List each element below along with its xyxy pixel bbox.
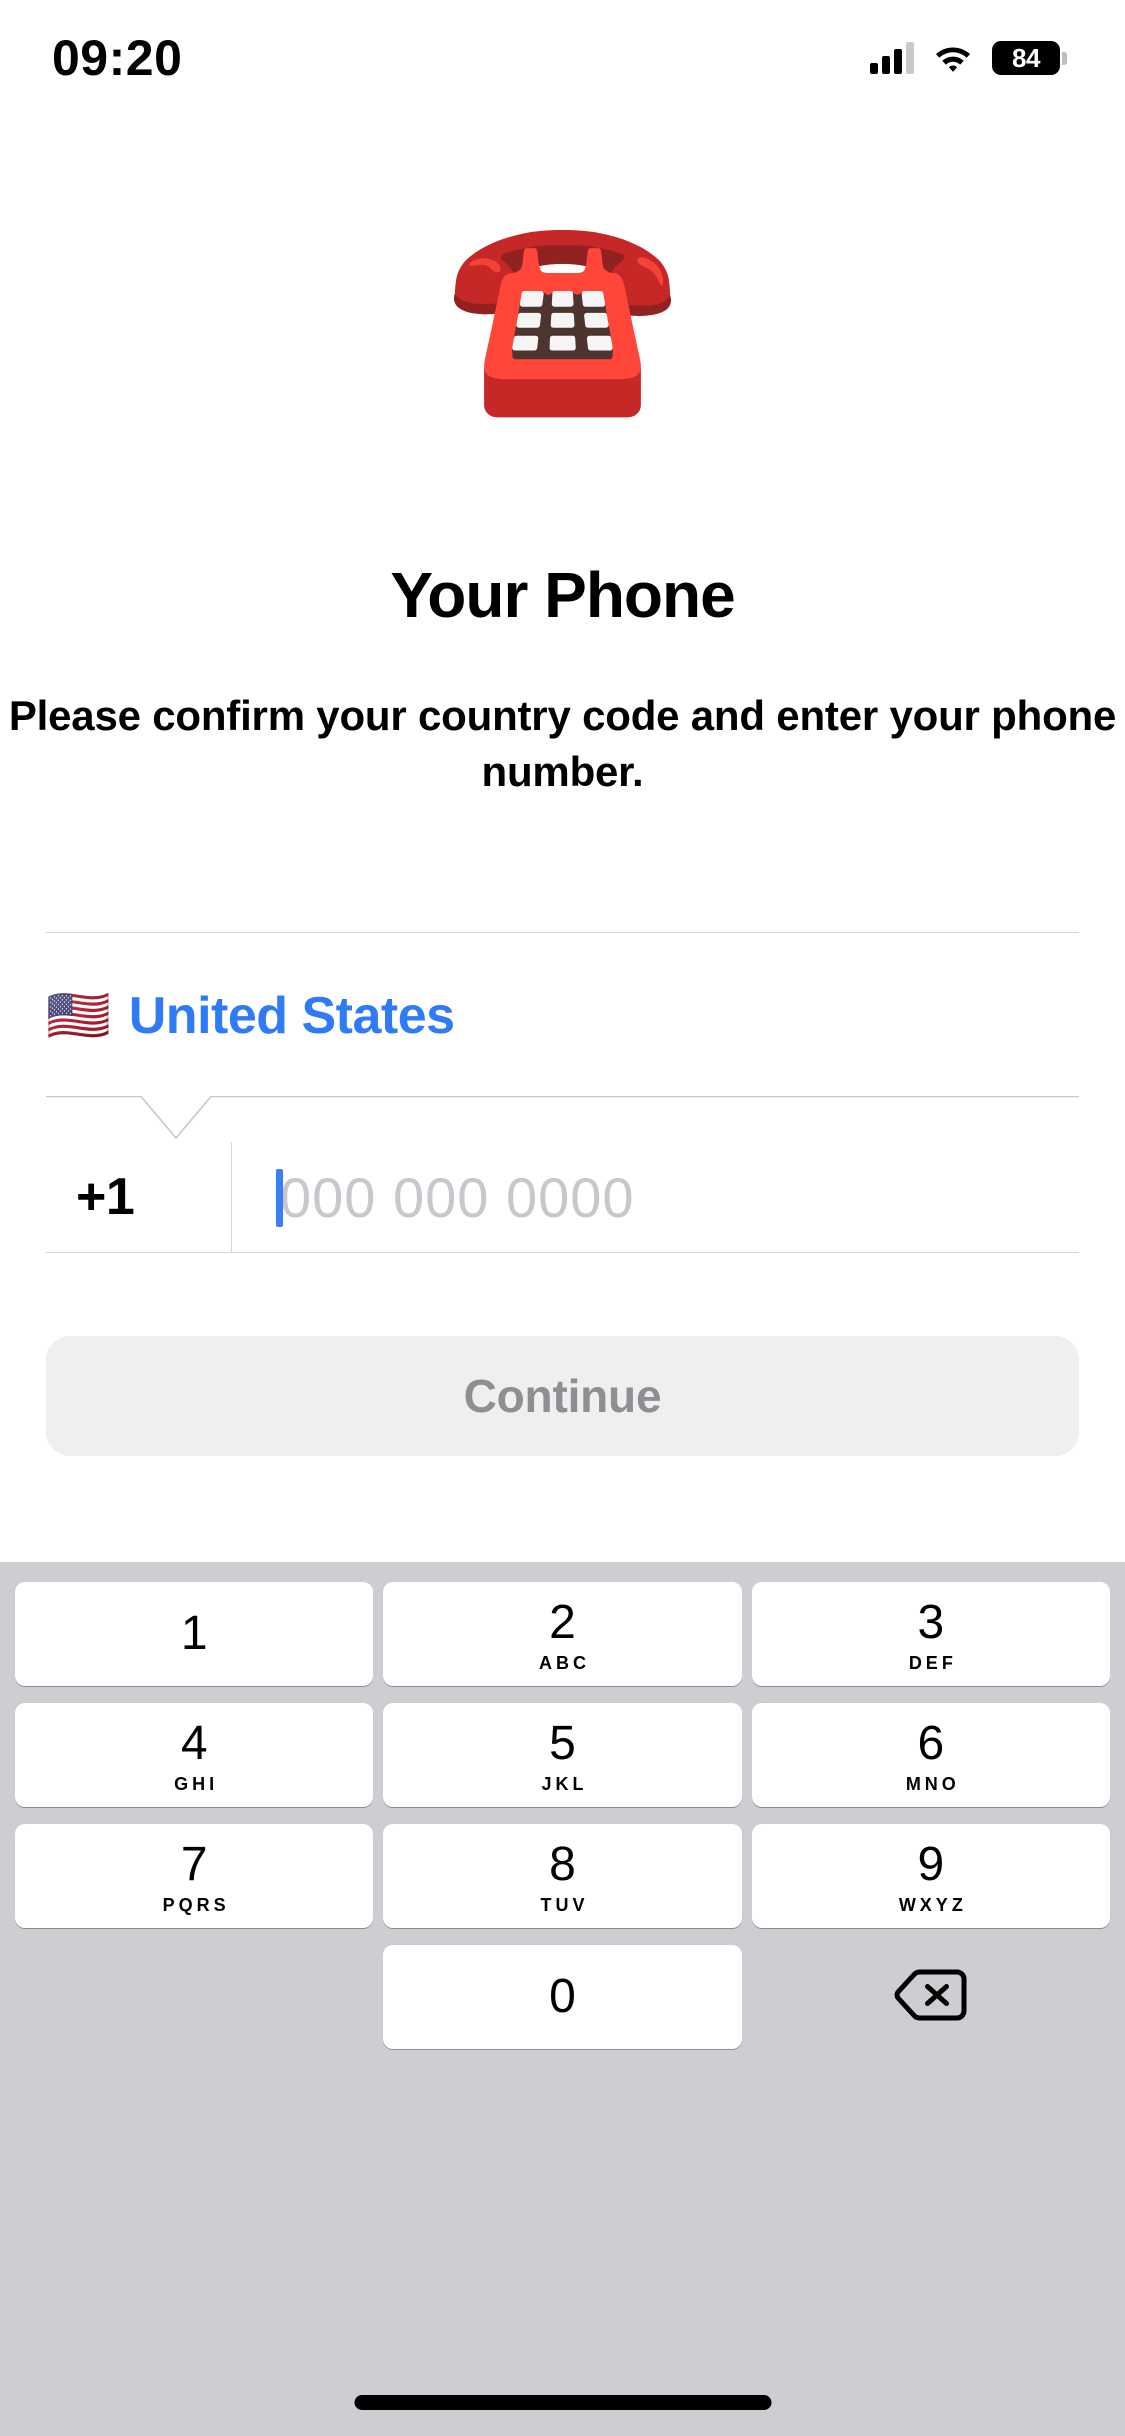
backspace-key[interactable] [752,1945,1110,2049]
keypad-blank [15,1945,373,2049]
keypad-cell: 3 DEF [747,1582,1115,1686]
key-digit: 9 [917,1837,945,1891]
key-7[interactable]: 7 PQRS [15,1824,374,1928]
keypad-cell: 7 PQRS [10,1824,378,1928]
key-4[interactable]: 4 GHI [15,1703,374,1807]
status-bar: 09:20 84 [0,0,1125,108]
keypad-row-2: 4 GHI 5 JKL 6 MNO [10,1703,1115,1807]
key-3[interactable]: 3 DEF [751,1582,1110,1686]
keypad-row-4: 0 [10,1945,1115,2049]
key-9[interactable]: 9 WXYZ [751,1824,1110,1928]
text-caret [276,1169,283,1227]
key-letters: JKL [541,1773,588,1794]
continue-button-label: Continue [463,1370,662,1422]
phone-number-placeholder: 000 000 0000 [280,1165,635,1229]
key-6[interactable]: 6 MNO [751,1703,1110,1807]
keypad-cell: 0 [378,1945,746,2049]
key-digit: 2 [549,1595,576,1649]
key-letters: TUV [540,1894,589,1915]
numeric-keypad: 1 2 ABC 3 DEF 4 GHI 5 JKL 6 MNO 7 PQRS 8… [0,1562,1125,2436]
country-selector[interactable]: 🇺🇸 United States [46,962,1079,1070]
key-digit: 3 [917,1595,945,1649]
us-flag-icon: 🇺🇸 [46,986,111,1046]
battery-percent-label: 84 [1012,43,1040,73]
key-letters: PQRS [162,1894,230,1915]
keypad-cell: 9 WXYZ [747,1824,1115,1928]
divider-with-notch [46,1096,1079,1142]
key-digit: 8 [549,1837,576,1891]
key-8[interactable]: 8 TUV [383,1824,742,1928]
keypad-cell-empty [10,1945,378,2049]
page-title: Your Phone [390,559,735,631]
delete-left-icon [894,1967,968,2028]
keypad-cell: 4 GHI [10,1703,378,1807]
page-subtitle: Please confirm your country code and ent… [8,692,1117,795]
phone-number-row[interactable]: +1 000 000 0000 [46,1142,1079,1252]
keypad-row-gap [10,1807,1115,1824]
keypad-row-3: 7 PQRS 8 TUV 9 WXYZ [10,1824,1115,1928]
keypad-row-gap [10,1928,1115,1945]
key-5[interactable]: 5 JKL [383,1703,742,1807]
key-letters: WXYZ [898,1894,967,1915]
status-bar-time: 09:20 [52,30,183,86]
continue-button[interactable]: Continue [46,1336,1079,1456]
telephone-emoji: ☎️ [444,202,681,423]
key-digit: 1 [180,1607,208,1660]
wifi-icon [932,42,974,74]
keypad-cell: 1 [10,1582,378,1686]
key-digit: 6 [917,1716,945,1770]
keypad-cell: 6 MNO [747,1703,1115,1807]
keypad-cell: 2 ABC [378,1582,746,1686]
battery-icon: 84 [992,41,1067,75]
key-1[interactable]: 1 [15,1582,374,1686]
cellular-bars-icon [870,42,914,74]
divider-below-phone [46,1252,1079,1253]
keypad-cell [747,1945,1115,2049]
key-2[interactable]: 2 ABC [383,1582,742,1686]
key-letters: GHI [174,1773,219,1794]
key-letters: DEF [908,1652,957,1673]
status-bar-indicators: 84 [870,41,1067,75]
keypad-cell: 5 JKL [378,1703,746,1807]
key-0[interactable]: 0 [383,1945,742,2049]
key-digit: 7 [180,1837,208,1891]
keypad-row-gap [10,1686,1115,1703]
key-digit: 0 [549,1970,576,2023]
key-letters: MNO [905,1773,960,1794]
home-indicator [354,2395,771,2410]
keypad-cell: 8 TUV [378,1824,746,1928]
divider-above-country [46,932,1079,933]
phone-entry-screen: 09:20 84 ☎️ Your Phone Please confirm yo… [0,0,1125,2436]
country-name-label: United States [128,987,455,1045]
phone-number-input[interactable]: 000 000 0000 [232,1142,1079,1252]
key-digit: 5 [549,1716,576,1770]
dial-code-label: +1 [76,1168,135,1226]
keypad-row-1: 1 2 ABC 3 DEF [10,1582,1115,1686]
key-letters: ABC [538,1652,590,1673]
key-digit: 4 [180,1716,208,1770]
